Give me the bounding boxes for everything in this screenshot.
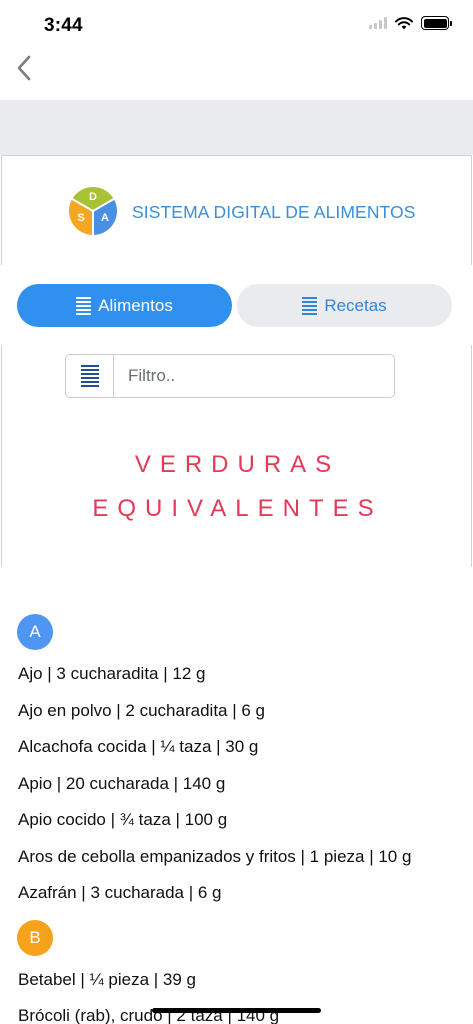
content-card: VERDURAS EQUIVALENTES: [1, 345, 472, 567]
list-item[interactable]: Azafrán | 3 cucharada | 6 g: [0, 875, 473, 912]
logo-letter-d: D: [89, 191, 97, 203]
header-band: [0, 100, 473, 155]
home-indicator: [152, 1008, 321, 1013]
back-chevron-icon: [17, 55, 31, 81]
back-button[interactable]: [12, 52, 36, 84]
tab-recetas-label: Recetas: [324, 295, 387, 315]
list-icon: [302, 296, 318, 315]
filter-list-button[interactable]: [65, 354, 114, 398]
app-title: SISTEMA DIGITAL DE ALIMENTOS: [132, 202, 416, 222]
logo-icon: D S A: [68, 186, 118, 235]
list-item[interactable]: Apio cocido | ¾ taza | 100 g: [0, 802, 473, 839]
signal-icon: [369, 17, 387, 29]
wifi-icon: [395, 16, 413, 29]
list-item[interactable]: Ajo en polvo | 2 cucharadita | 6 g: [0, 693, 473, 730]
status-bar: 3:44: [0, 0, 473, 48]
list-item[interactable]: Betabel | ¼ pieza | 39 g: [0, 962, 473, 999]
category-subtitle: EQUIVALENTES: [92, 495, 383, 522]
battery-icon: [421, 16, 452, 30]
list-item[interactable]: Apio | 20 cucharada | 140 g: [0, 766, 473, 803]
logo-letter-a: A: [101, 212, 109, 224]
nav-bar: [0, 48, 473, 100]
list-icon: [80, 365, 99, 387]
food-list: A Ajo | 3 cucharadita | 12 g Ajo en polv…: [0, 614, 473, 1024]
tab-alimentos-label: Alimentos: [98, 295, 173, 315]
list-item[interactable]: Ajo | 3 cucharadita | 12 g: [0, 656, 473, 693]
filter-input[interactable]: [113, 354, 395, 398]
section-letter-badge: B: [17, 919, 53, 956]
tab-recetas[interactable]: Recetas: [237, 284, 452, 327]
list-item[interactable]: Aros de cebolla empanizados y fritos | 1…: [0, 839, 473, 876]
status-time: 3:44: [44, 15, 83, 36]
section-letter-badge: A: [17, 614, 53, 650]
tab-alimentos[interactable]: Alimentos: [17, 284, 232, 327]
logo-letter-s: S: [77, 212, 84, 224]
category-title: VERDURAS: [134, 451, 341, 478]
list-icon: [76, 296, 92, 315]
logo-card: D S A SISTEMA DIGITAL DE ALIMENTOS: [1, 155, 472, 265]
status-icons: [369, 16, 452, 30]
list-item[interactable]: Alcachofa cocida | ¼ taza | 30 g: [0, 729, 473, 766]
tab-bar: Alimentos Recetas: [17, 284, 453, 328]
